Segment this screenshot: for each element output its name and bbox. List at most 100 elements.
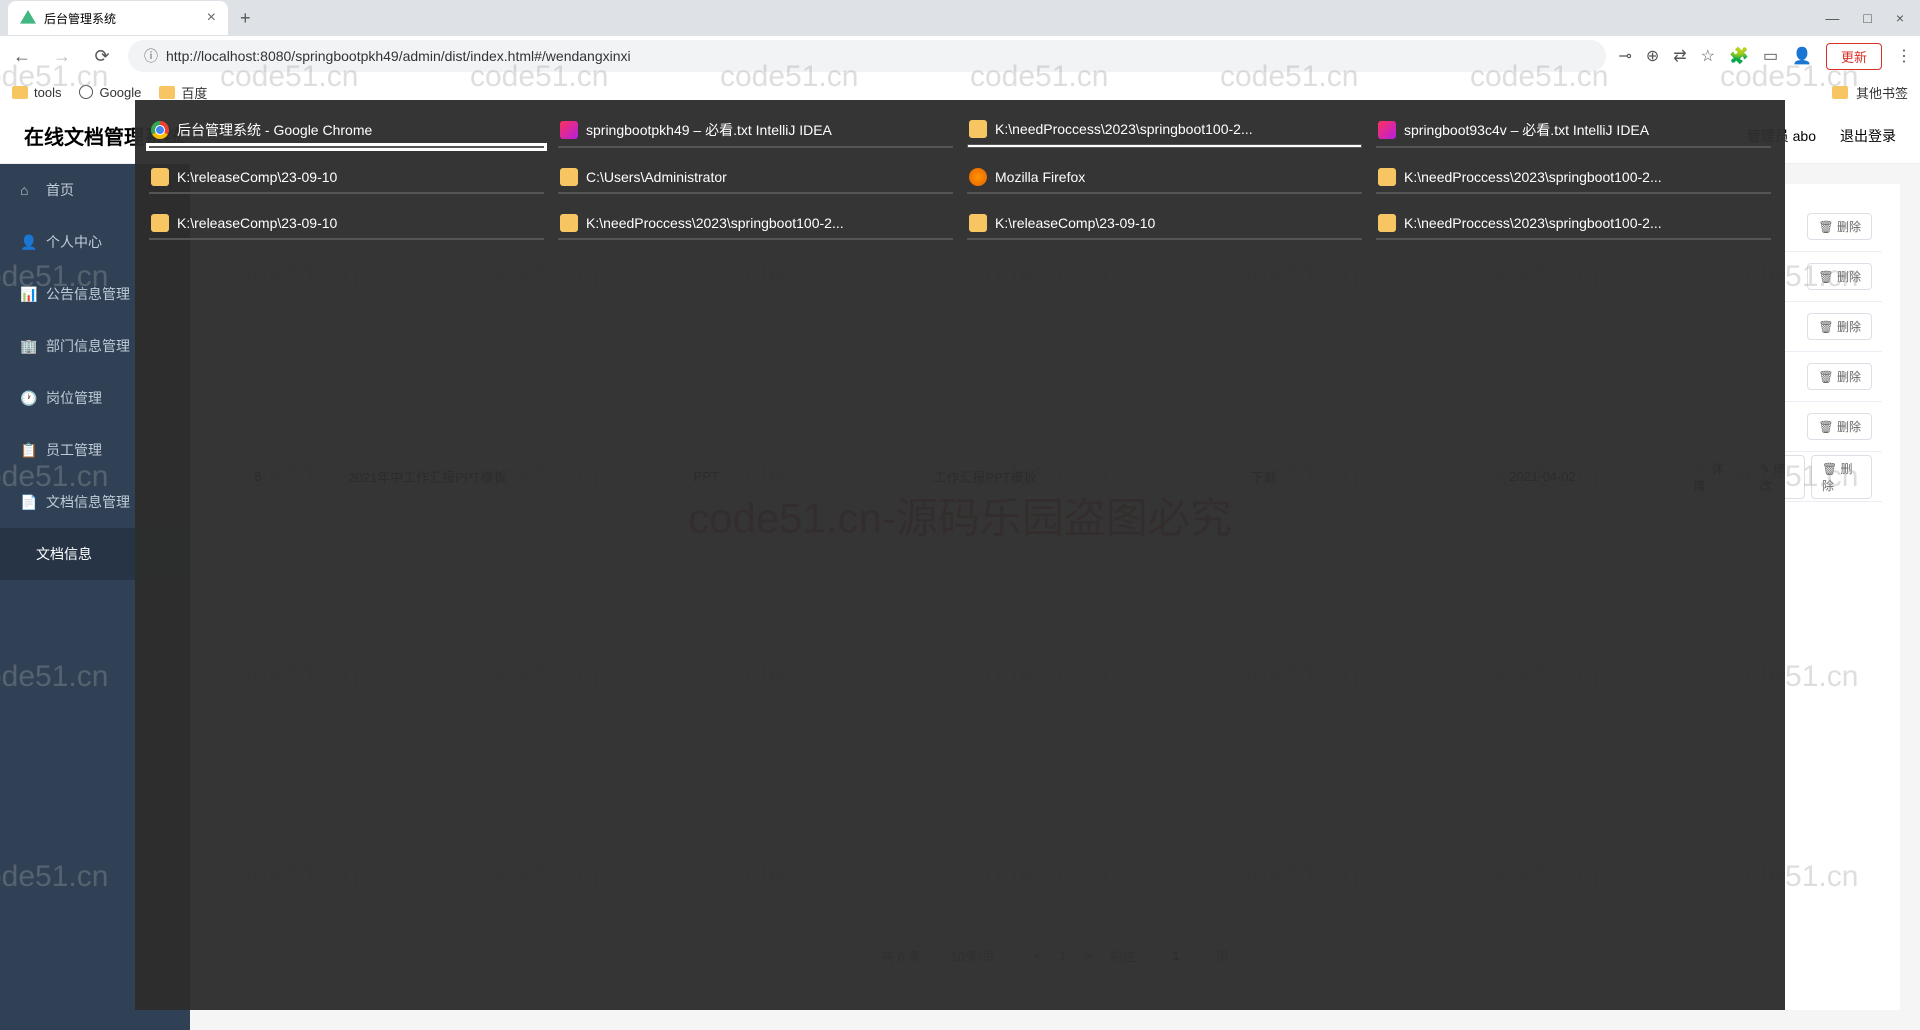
chrome-icon: [151, 121, 169, 139]
window-controls: — □ ×: [1825, 10, 1920, 26]
window-preview: [149, 146, 544, 148]
chart-icon: 📊: [20, 286, 36, 302]
globe-icon: [79, 85, 93, 99]
alttab-window-tile[interactable]: springbootpkh49 – 必看.txt IntelliJ IDEA: [558, 114, 953, 148]
alttab-window-tile[interactable]: C:\Users\Administrator: [558, 162, 953, 194]
browser-tab[interactable]: 后台管理系统 ×: [8, 1, 228, 35]
url-text: http://localhost:8080/springbootpkh49/ad…: [166, 48, 631, 64]
alttab-window-tile[interactable]: springboot93c4v – 必看.txt IntelliJ IDEA: [1376, 114, 1771, 148]
delete-button[interactable]: 🗑 删除: [1807, 213, 1872, 240]
window-title: K:\needProccess\2023\springboot100-2...: [1404, 215, 1662, 231]
folder-icon: [1378, 214, 1396, 232]
folder-icon: [1378, 168, 1396, 186]
window-title: C:\Users\Administrator: [586, 169, 727, 185]
tab-bar: 后台管理系统 × + — □ ×: [0, 0, 1920, 36]
window-close-icon[interactable]: ×: [1896, 10, 1904, 26]
alttab-window-tile[interactable]: K:\releaseComp\23-09-10: [967, 208, 1362, 240]
window-preview: [558, 146, 953, 148]
staff-icon: 📋: [20, 442, 36, 458]
folder-icon: [159, 86, 175, 99]
window-title: springbootpkh49 – 必看.txt IntelliJ IDEA: [586, 120, 832, 140]
alttab-window-tile[interactable]: 后台管理系统 - Google Chrome: [149, 114, 544, 148]
address-bar: ← → ⟳ ⓘ http://localhost:8080/springboot…: [0, 36, 1920, 76]
toolbar-right: ⊸ ⊕ ⇄ ☆ 🧩 ▭ 👤 更新 ⋮: [1618, 43, 1912, 70]
bookmark-other[interactable]: 其他书签: [1832, 83, 1908, 102]
zoom-icon[interactable]: ⊕: [1646, 46, 1659, 66]
folder-icon: [560, 168, 578, 186]
folder-icon: [1832, 86, 1848, 99]
delete-button[interactable]: 🗑 删除: [1811, 455, 1872, 499]
forward-button[interactable]: →: [48, 42, 76, 70]
window-title: Mozilla Firefox: [995, 169, 1085, 185]
profile-icon[interactable]: 👤: [1792, 46, 1812, 66]
building-icon: 🏢: [20, 338, 36, 354]
extensions-icon[interactable]: 🧩: [1729, 46, 1749, 66]
window-preview: [558, 192, 953, 194]
back-button[interactable]: ←: [8, 42, 36, 70]
idea-icon: [1378, 121, 1396, 139]
firefox-icon: [969, 168, 987, 186]
home-icon: ⌂: [20, 182, 36, 198]
translate-icon[interactable]: ⇄: [1673, 46, 1686, 66]
window-title: K:\releaseComp\23-09-10: [177, 215, 337, 231]
key-icon[interactable]: ⊸: [1618, 46, 1631, 66]
bookmark-tools[interactable]: tools: [12, 85, 61, 100]
minimize-icon[interactable]: —: [1825, 10, 1839, 26]
window-title: K:\needProccess\2023\springboot100-2...: [586, 215, 844, 231]
folder-icon: [969, 214, 987, 232]
reading-list-icon[interactable]: ▭: [1763, 46, 1778, 66]
tab-title: 后台管理系统: [44, 10, 116, 27]
favicon-vue-icon: [20, 10, 36, 26]
folder-icon: [12, 86, 28, 99]
window-preview: [149, 238, 544, 240]
cursor-icon: ⬚: [920, 465, 935, 485]
window-preview: [1376, 238, 1771, 240]
window-preview: [967, 144, 1362, 148]
delete-button[interactable]: 🗑 删除: [1807, 413, 1872, 440]
logout-link[interactable]: 退出登录: [1840, 126, 1896, 146]
alttab-window-tile[interactable]: Mozilla Firefox: [967, 162, 1362, 194]
window-title: K:\releaseComp\23-09-10: [995, 215, 1155, 231]
browser-chrome: 后台管理系统 × + — □ × ← → ⟳ ⓘ http://localhos…: [0, 0, 1920, 109]
window-preview: [558, 238, 953, 240]
clock-icon: 🕐: [20, 390, 36, 406]
alttab-window-tile[interactable]: K:\releaseComp\23-09-10: [149, 162, 544, 194]
alttab-window-tile[interactable]: K:\needProccess\2023\springboot100-2...: [1376, 162, 1771, 194]
alttab-window-tile[interactable]: K:\needProccess\2023\springboot100-2...: [967, 114, 1362, 148]
folder-icon: [151, 168, 169, 186]
window-title: springboot93c4v – 必看.txt IntelliJ IDEA: [1404, 120, 1649, 140]
update-button[interactable]: 更新: [1826, 43, 1882, 70]
user-icon: 👤: [20, 234, 36, 250]
alttab-window-tile[interactable]: K:\needProccess\2023\springboot100-2...: [1376, 208, 1771, 240]
close-icon[interactable]: ×: [207, 9, 216, 27]
doc-icon: 📄: [20, 494, 36, 510]
alttab-window-tile[interactable]: K:\needProccess\2023\springboot100-2...: [558, 208, 953, 240]
window-preview: [967, 238, 1362, 240]
info-icon: ⓘ: [144, 46, 158, 66]
reload-button[interactable]: ⟳: [88, 42, 116, 70]
window-preview: [149, 192, 544, 194]
window-preview: [1376, 146, 1771, 148]
menu-icon[interactable]: ⋮: [1896, 46, 1912, 66]
url-input[interactable]: ⓘ http://localhost:8080/springbootpkh49/…: [128, 40, 1606, 72]
folder-icon: [560, 214, 578, 232]
window-title: K:\needProccess\2023\springboot100-2...: [1404, 169, 1662, 185]
window-preview: [1376, 192, 1771, 194]
folder-icon: [151, 214, 169, 232]
idea-icon: [560, 121, 578, 139]
delete-button[interactable]: 🗑 删除: [1807, 263, 1872, 290]
bookmark-baidu[interactable]: 百度: [159, 83, 207, 102]
delete-button[interactable]: 🗑 删除: [1807, 363, 1872, 390]
new-tab-button[interactable]: +: [228, 8, 263, 29]
bookmark-google[interactable]: Google: [79, 85, 141, 100]
maximize-icon[interactable]: □: [1863, 10, 1871, 26]
window-title: K:\releaseComp\23-09-10: [177, 169, 337, 185]
bookmark-icon[interactable]: ☆: [1701, 46, 1715, 66]
alttab-window-tile[interactable]: K:\releaseComp\23-09-10: [149, 208, 544, 240]
folder-icon: [969, 120, 987, 138]
delete-button[interactable]: 🗑 删除: [1807, 313, 1872, 340]
window-preview: [967, 192, 1362, 194]
window-title: K:\needProccess\2023\springboot100-2...: [995, 121, 1253, 137]
alttab-overlay: 后台管理系统 - Google Chrome springbootpkh49 – …: [135, 100, 1785, 1010]
window-title: 后台管理系统 - Google Chrome: [177, 120, 372, 140]
